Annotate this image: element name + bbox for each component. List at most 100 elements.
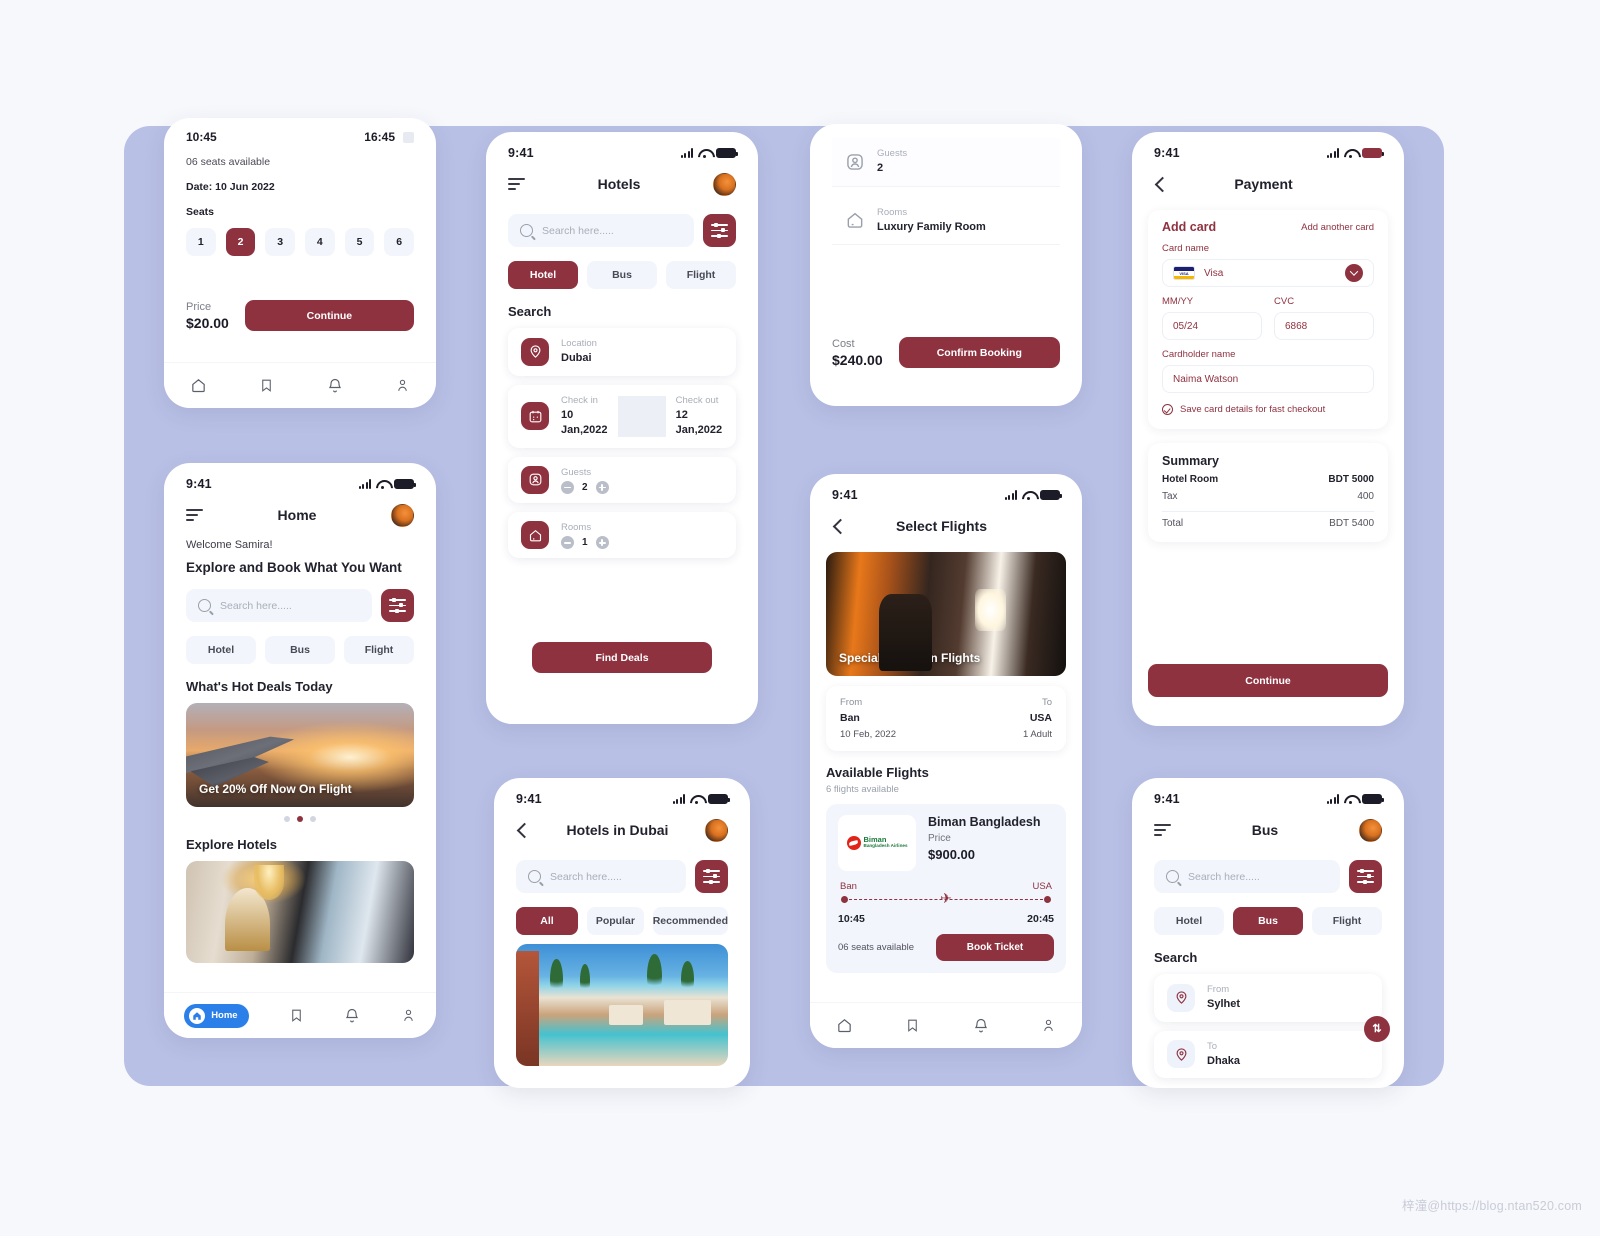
tab-hotel[interactable]: Hotel bbox=[508, 261, 578, 289]
tab-popular[interactable]: Popular bbox=[587, 907, 644, 935]
bottom-tabbar[interactable] bbox=[810, 1002, 1082, 1048]
hotel-lobby-image[interactable] bbox=[186, 861, 414, 963]
filter-tabs[interactable]: All Popular Recommended bbox=[494, 907, 750, 935]
find-deals-button[interactable]: Find Deals bbox=[532, 642, 712, 674]
tab-recommended[interactable]: Recommended bbox=[652, 907, 728, 935]
mmyy-input[interactable]: 05/24 bbox=[1162, 312, 1262, 340]
cardholder-input[interactable]: Naima Watson bbox=[1162, 365, 1374, 393]
tab-home-active[interactable]: Home bbox=[184, 1003, 249, 1028]
flight-offer-banner[interactable]: Special Offers on Flights bbox=[826, 552, 1066, 676]
category-tabs[interactable]: Hotel Bus Flight bbox=[486, 261, 758, 289]
price-label: Price bbox=[928, 833, 951, 844]
bottom-tabbar[interactable]: Home bbox=[164, 992, 436, 1038]
guests-stepper[interactable]: 2 bbox=[561, 480, 609, 494]
dates-field[interactable]: Check in 10 Jan,2022 Check out 12 Jan,20… bbox=[508, 384, 736, 448]
filter-button[interactable] bbox=[703, 214, 736, 247]
category-tabs[interactable]: Hotel Bus Flight bbox=[164, 636, 436, 664]
continue-button[interactable]: Continue bbox=[244, 300, 414, 331]
checkout-block[interactable]: Check out 12 Jan,2022 bbox=[676, 394, 723, 439]
signal-icon bbox=[1326, 148, 1339, 158]
avatar[interactable] bbox=[391, 503, 414, 527]
from-field[interactable]: From Sylhet bbox=[1154, 974, 1382, 1022]
total-value: BDT 5400 bbox=[1329, 518, 1374, 529]
filter-button[interactable] bbox=[695, 860, 728, 893]
tab-flight[interactable]: Flight bbox=[344, 636, 414, 664]
filter-button[interactable] bbox=[381, 589, 414, 622]
search-input[interactable]: Search here..... bbox=[186, 589, 372, 622]
seat-selector[interactable]: 1 2 3 4 5 6 bbox=[164, 228, 436, 256]
tab-hotel[interactable]: Hotel bbox=[1154, 907, 1224, 935]
filter-button[interactable] bbox=[1349, 860, 1382, 893]
seat-option[interactable]: 4 bbox=[305, 228, 335, 256]
chevron-down-icon[interactable] bbox=[1345, 264, 1363, 282]
seat-option-selected[interactable]: 2 bbox=[225, 228, 256, 256]
search-input[interactable]: Search here..... bbox=[1154, 860, 1340, 893]
rooms-minus-button[interactable] bbox=[561, 536, 574, 550]
rooms-field[interactable]: Rooms 1 bbox=[508, 511, 736, 559]
from-date: 10 Feb, 2022 bbox=[840, 729, 896, 740]
bell-icon[interactable] bbox=[973, 1017, 989, 1034]
continue-button[interactable]: Continue bbox=[1148, 664, 1388, 697]
avatar[interactable] bbox=[1358, 818, 1382, 842]
tab-flight[interactable]: Flight bbox=[666, 261, 736, 289]
guests-plus-button[interactable] bbox=[595, 480, 609, 494]
tab-all[interactable]: All bbox=[516, 907, 578, 935]
guests-minus-button[interactable] bbox=[561, 480, 574, 494]
confirm-booking-button[interactable]: Confirm Booking bbox=[898, 337, 1060, 369]
profile-icon[interactable] bbox=[1041, 1017, 1056, 1034]
resort-image[interactable] bbox=[516, 944, 728, 1066]
location-field[interactable]: Location Dubai bbox=[508, 328, 736, 376]
bottom-tabbar[interactable] bbox=[164, 362, 436, 408]
home-icon[interactable] bbox=[190, 377, 207, 394]
bell-icon[interactable] bbox=[344, 1007, 360, 1024]
card-name-select[interactable]: VISA Visa bbox=[1162, 259, 1374, 287]
deal-banner[interactable]: Get 20% Off Now On Flight bbox=[186, 703, 414, 807]
to-field[interactable]: To Dhaka bbox=[1154, 1030, 1382, 1079]
category-tabs[interactable]: Hotel Bus Flight bbox=[1132, 907, 1404, 935]
bookmark-icon[interactable] bbox=[905, 1017, 920, 1034]
swap-button[interactable]: ⇅ bbox=[1364, 1015, 1390, 1042]
back-chevron-icon[interactable] bbox=[832, 518, 849, 534]
profile-icon[interactable] bbox=[395, 377, 410, 394]
carousel-dot[interactable] bbox=[284, 816, 290, 822]
carousel-dot-active[interactable] bbox=[297, 816, 303, 822]
home-icon[interactable] bbox=[836, 1017, 853, 1034]
seat-option[interactable]: 3 bbox=[265, 228, 296, 256]
add-another-card-link[interactable]: Add another card bbox=[1301, 222, 1374, 233]
cvc-input[interactable]: 6868 bbox=[1274, 312, 1374, 340]
tab-flight[interactable]: Flight bbox=[1312, 907, 1382, 935]
seat-option[interactable]: 1 bbox=[186, 228, 216, 256]
bookmark-icon[interactable] bbox=[259, 377, 274, 394]
save-card-checkbox[interactable]: Save card details for fast checkout bbox=[1162, 404, 1374, 415]
rooms-plus-button[interactable] bbox=[595, 536, 609, 550]
search-input[interactable]: Search here..... bbox=[516, 860, 686, 893]
seat-option[interactable]: 6 bbox=[384, 228, 415, 256]
seat-option[interactable]: 5 bbox=[344, 228, 375, 256]
bookmark-icon[interactable] bbox=[289, 1007, 304, 1024]
carousel-dots[interactable] bbox=[164, 816, 436, 822]
checkin-block[interactable]: Check in 10 Jan,2022 bbox=[561, 394, 608, 439]
tab-bus[interactable]: Bus bbox=[1233, 907, 1303, 935]
tab-bus[interactable]: Bus bbox=[587, 261, 657, 289]
hamburger-icon[interactable] bbox=[1154, 823, 1171, 837]
guests-field[interactable]: Guests 2 bbox=[508, 456, 736, 503]
filter-sliders-icon bbox=[703, 868, 720, 884]
avatar[interactable] bbox=[712, 172, 736, 196]
back-chevron-icon[interactable] bbox=[516, 822, 533, 838]
watermark: 梓潼@https://blog.ntan520.com bbox=[1402, 1199, 1582, 1213]
profile-icon[interactable] bbox=[401, 1007, 416, 1024]
avatar[interactable] bbox=[705, 818, 728, 842]
summary-title: Summary bbox=[1162, 454, 1219, 468]
search-input[interactable]: Search here..... bbox=[508, 214, 694, 247]
rooms-stepper[interactable]: 1 bbox=[561, 536, 609, 550]
hamburger-icon[interactable] bbox=[186, 508, 203, 522]
book-ticket-button[interactable]: Book Ticket bbox=[936, 934, 1054, 961]
hamburger-icon[interactable] bbox=[508, 177, 525, 191]
tab-bus[interactable]: Bus bbox=[265, 636, 335, 664]
back-chevron-icon[interactable] bbox=[1154, 176, 1171, 192]
from-to-card[interactable]: From To Ban USA 10 Feb, 2022 1 Adult bbox=[826, 686, 1066, 751]
bell-icon[interactable] bbox=[327, 377, 343, 394]
tab-hotel[interactable]: Hotel bbox=[186, 636, 256, 664]
flight-result-card[interactable]: Biman Bangladesh Airlines Biman Banglade… bbox=[826, 804, 1066, 973]
carousel-dot[interactable] bbox=[310, 816, 316, 822]
